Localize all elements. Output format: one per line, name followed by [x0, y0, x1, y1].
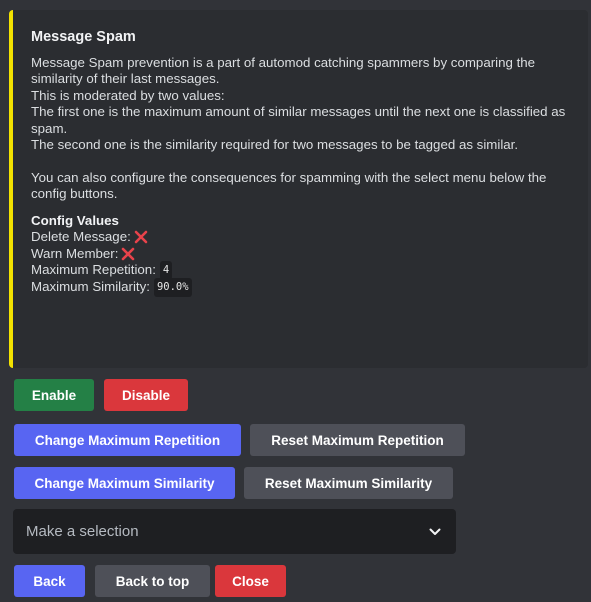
max-similarity-value: 90.0%	[153, 278, 192, 297]
action-select-menu[interactable]: Make a selection	[13, 509, 456, 554]
back-button[interactable]: Back	[14, 565, 85, 597]
description-line: The first one is the maximum amount of s…	[31, 104, 566, 136]
delete-message-row: Delete Message:	[31, 229, 572, 246]
embed-card: Message Spam Message Spam prevention is …	[9, 10, 588, 368]
max-repetition-label: Maximum Repetition:	[31, 262, 156, 278]
chevron-down-icon	[429, 528, 441, 535]
disable-button[interactable]: Disable	[104, 379, 188, 411]
max-repetition-row: Maximum Repetition: 4	[31, 261, 572, 280]
embed-description: Message Spam prevention is a part of aut…	[31, 55, 572, 203]
select-placeholder: Make a selection	[26, 523, 139, 540]
delete-message-label: Delete Message:	[31, 228, 131, 244]
description-line: The second one is the similarity require…	[31, 137, 519, 153]
embed-title: Message Spam	[31, 29, 136, 45]
description-line: Message Spam prevention is a part of aut…	[31, 55, 536, 87]
back-to-top-button[interactable]: Back to top	[95, 565, 210, 597]
description-line: This is moderated by two values:	[31, 87, 225, 103]
red-x-icon	[134, 230, 148, 244]
close-button[interactable]: Close	[215, 565, 286, 597]
reset-max-similarity-button[interactable]: Reset Maximum Similarity	[244, 467, 453, 499]
max-similarity-row: Maximum Similarity: 90.0%	[31, 278, 572, 297]
warn-member-row: Warn Member:	[31, 245, 572, 262]
enable-button[interactable]: Enable	[14, 379, 94, 411]
red-x-icon	[122, 247, 135, 261]
description-line: You can also configure the consequences …	[31, 169, 547, 202]
description-blank-line	[31, 153, 572, 169]
change-max-repetition-button[interactable]: Change Maximum Repetition	[14, 424, 241, 456]
change-max-similarity-button[interactable]: Change Maximum Similarity	[14, 467, 235, 499]
warn-member-label: Warn Member:	[31, 245, 119, 261]
config-values-heading: Config Values	[31, 212, 119, 228]
reset-max-repetition-button[interactable]: Reset Maximum Repetition	[250, 424, 465, 456]
max-similarity-label: Maximum Similarity:	[31, 279, 150, 295]
max-repetition-value: 4	[159, 261, 173, 280]
